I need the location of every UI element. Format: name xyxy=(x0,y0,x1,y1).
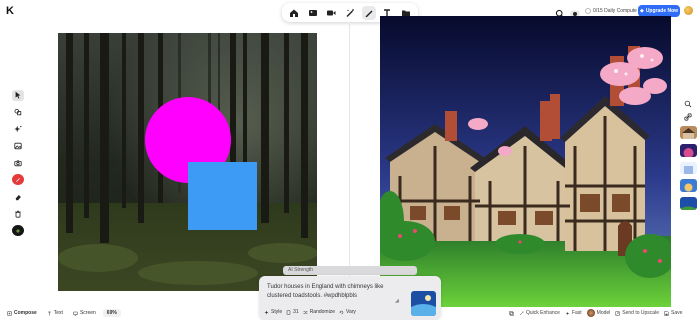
history-thumbnail[interactable] xyxy=(679,179,697,193)
select-tool-icon[interactable] xyxy=(11,90,24,101)
screen-icon xyxy=(73,311,78,316)
video-icon[interactable] xyxy=(324,6,338,20)
randomize-label: Randomize xyxy=(309,309,335,315)
enhance-icon xyxy=(519,311,524,315)
count-icon xyxy=(286,309,291,315)
sparkle-tool-icon[interactable] xyxy=(12,124,24,135)
pen-icon[interactable] xyxy=(361,5,376,20)
style-label: Style xyxy=(271,309,283,315)
randomize-button[interactable]: Randomize xyxy=(303,308,335,316)
history-thumbnail[interactable] xyxy=(679,161,697,175)
user-avatar[interactable] xyxy=(684,6,693,15)
save-icon xyxy=(664,310,669,316)
save-label: Save xyxy=(670,310,683,316)
color-black-swatch[interactable] xyxy=(11,225,24,237)
generated-image[interactable] xyxy=(380,16,671,307)
fast-label: Fast xyxy=(571,310,582,316)
vary-icon xyxy=(339,310,344,314)
zoom-search-icon[interactable] xyxy=(683,100,693,108)
shuffle-icon xyxy=(303,310,308,314)
app-logo[interactable]: K xyxy=(6,6,16,17)
resize-handle-icon[interactable]: ◢ xyxy=(395,298,400,304)
text-mode-button[interactable]: Text xyxy=(44,309,66,317)
text-mode-icon xyxy=(47,311,51,315)
compose-icon xyxy=(7,310,12,316)
credit-ring-icon xyxy=(585,8,591,14)
compute-credits: 0/15 Daily Compute xyxy=(585,6,637,16)
model-avatar xyxy=(586,309,595,317)
style-icon xyxy=(264,310,269,314)
link-icon[interactable] xyxy=(683,113,693,121)
quick-enhance-button[interactable]: Quick Enhance xyxy=(519,310,560,316)
trash-tool-icon[interactable] xyxy=(12,208,24,219)
style-button[interactable]: Style xyxy=(264,308,282,316)
theme-toggle-icon[interactable] xyxy=(570,6,580,18)
prompt-actions: Style 31 Randomize Vary xyxy=(264,308,356,316)
model-label: Model xyxy=(596,310,611,316)
history-thumbnail[interactable] xyxy=(679,126,697,139)
vary-button[interactable]: Vary xyxy=(339,308,356,316)
magic-wand-icon[interactable] xyxy=(343,6,357,20)
canvas-divider[interactable] xyxy=(349,24,350,304)
text-mode-label: Text xyxy=(53,310,63,316)
upgrade-label: Upgrade Now xyxy=(645,8,679,14)
search-icon[interactable] xyxy=(555,6,565,19)
lightning-icon xyxy=(565,311,569,315)
prompt-input[interactable]: Tudor houses in England with chimneys li… xyxy=(267,283,395,301)
send-to-upscale-label: Send to Upscale xyxy=(622,310,659,316)
quick-enhance-label: Quick Enhance xyxy=(526,310,560,316)
bottom-right-bar: Quick Enhance Fast Model Send to Upscale… xyxy=(509,309,682,317)
count-label: 31 xyxy=(293,309,299,315)
sketch-canvas[interactable] xyxy=(58,33,317,291)
model-selector[interactable]: Model xyxy=(586,309,611,317)
right-sidebar xyxy=(679,100,697,210)
send-to-upscale-button[interactable]: Send to Upscale xyxy=(615,310,659,316)
blue-square-shape[interactable] xyxy=(188,162,257,230)
left-toolbar xyxy=(10,90,25,237)
ai-strength-slider[interactable]: AI Strength xyxy=(283,266,417,275)
style-reference-thumbnail[interactable] xyxy=(411,291,436,316)
bottom-left-bar: Compose Text Screen 69% xyxy=(4,309,121,317)
color-red-swatch[interactable] xyxy=(11,174,24,186)
diamond-icon: ◆ xyxy=(639,8,644,14)
history-thumbnail[interactable] xyxy=(679,143,697,157)
shapes-tool-icon[interactable] xyxy=(12,107,24,118)
image-tool-icon[interactable] xyxy=(12,141,24,152)
image-icon[interactable] xyxy=(306,6,320,20)
eraser-tool-icon[interactable] xyxy=(12,191,24,202)
compose-label: Compose xyxy=(14,310,37,316)
fast-mode-button[interactable]: Fast xyxy=(565,310,582,316)
camera-tool-icon[interactable] xyxy=(12,158,24,169)
compose-button[interactable]: Compose xyxy=(4,309,40,317)
prompt-panel: Tudor houses in England with chimneys li… xyxy=(259,276,441,320)
history-thumbnail[interactable] xyxy=(679,197,697,210)
vary-label: Vary xyxy=(345,309,356,315)
screen-mode-label: Screen xyxy=(79,310,96,316)
credits-label: 0/15 Daily Compute xyxy=(593,8,637,14)
home-icon[interactable] xyxy=(287,6,301,20)
forest-background-image xyxy=(58,33,317,291)
save-button[interactable]: Save xyxy=(664,310,682,316)
image-count-button[interactable]: 31 xyxy=(286,308,299,316)
screen-mode-button[interactable]: Screen xyxy=(70,309,99,317)
upscale-icon xyxy=(615,310,621,316)
zoom-level[interactable]: 69% xyxy=(102,309,121,317)
tudor-houses-image xyxy=(380,16,671,307)
copy-icon[interactable] xyxy=(509,310,514,316)
